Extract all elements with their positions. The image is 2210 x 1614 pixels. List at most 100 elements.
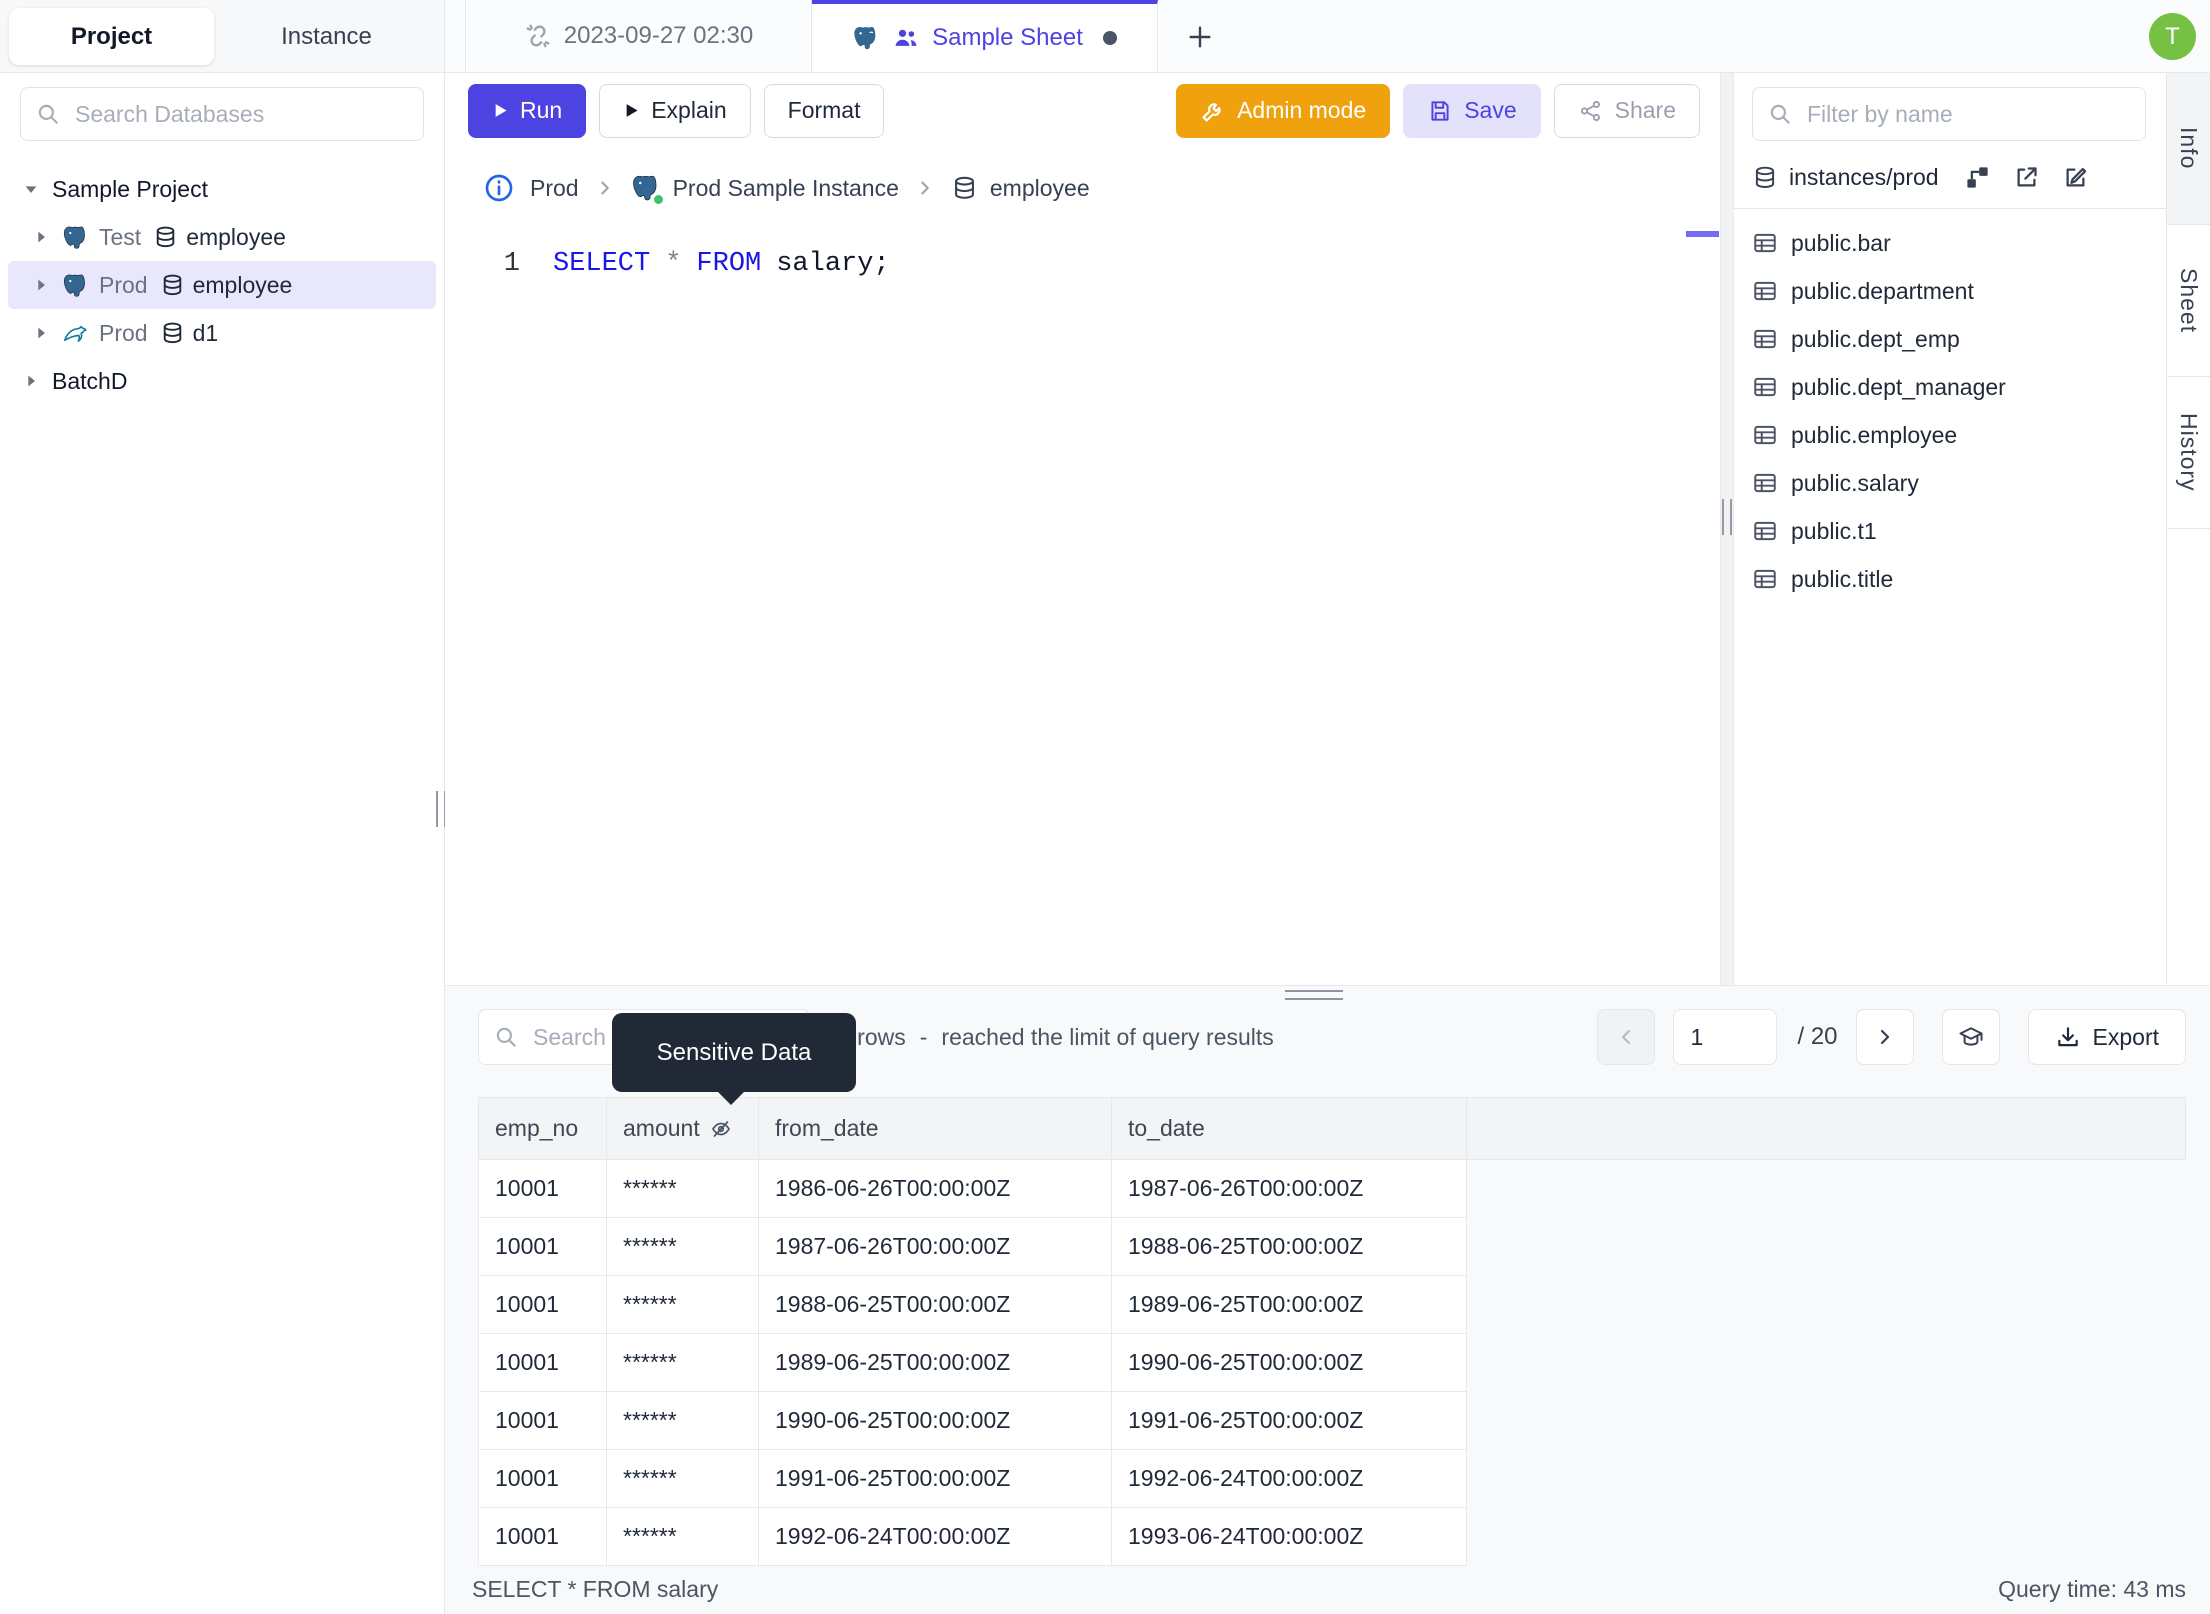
table-row[interactable]: 10001 ****** 1986-06-26T00:00:00Z 1987-0… bbox=[478, 1159, 2186, 1218]
save-button[interactable]: Save bbox=[1403, 83, 1541, 138]
table-list-item[interactable]: public.employee bbox=[1734, 411, 2166, 459]
new-tab-button[interactable] bbox=[1180, 17, 1220, 57]
table-list-item[interactable]: public.bar bbox=[1734, 219, 2166, 267]
table-row[interactable]: 10001 ****** 1990-06-25T00:00:00Z 1991-0… bbox=[478, 1391, 2186, 1450]
breadcrumb-instance[interactable]: Prod Sample Instance bbox=[631, 173, 899, 206]
cell-amount-masked[interactable]: ****** bbox=[606, 1391, 759, 1450]
result-limit-button[interactable] bbox=[1941, 1009, 2000, 1065]
export-button[interactable]: Export bbox=[2027, 1009, 2186, 1065]
cell-amount-masked[interactable]: ****** bbox=[606, 1217, 759, 1276]
table-list-item[interactable]: public.t1 bbox=[1734, 507, 2166, 555]
cell-amount-masked[interactable]: ****** bbox=[606, 1159, 759, 1218]
next-page-button[interactable] bbox=[1855, 1009, 1914, 1065]
cell-emp-no[interactable]: 10001 bbox=[478, 1333, 607, 1392]
table-row[interactable]: 10001 ****** 1987-06-26T00:00:00Z 1988-0… bbox=[478, 1217, 2186, 1276]
cell-emp-no[interactable]: 10001 bbox=[478, 1449, 607, 1508]
table-row[interactable]: 10001 ****** 1989-06-25T00:00:00Z 1990-0… bbox=[478, 1333, 2186, 1392]
results-resize-handle[interactable] bbox=[1285, 990, 1343, 1000]
tab-sheet[interactable]: Sheet bbox=[2167, 225, 2210, 377]
tree-node-batchd[interactable]: BatchD bbox=[8, 357, 436, 405]
cell-from-date[interactable]: 1986-06-26T00:00:00Z bbox=[758, 1159, 1112, 1218]
schema-diagram-icon[interactable] bbox=[1964, 164, 1991, 191]
cell-from-date[interactable]: 1987-06-26T00:00:00Z bbox=[758, 1217, 1112, 1276]
cell-amount-masked[interactable]: ****** bbox=[606, 1507, 759, 1566]
tree-node-sample-project[interactable]: Sample Project bbox=[8, 165, 436, 213]
breadcrumb-environment[interactable]: Prod bbox=[530, 175, 579, 202]
database-tree-panel: Sample Project Test employee bbox=[0, 73, 446, 1614]
prev-page-button[interactable] bbox=[1597, 1009, 1656, 1065]
cell-emp-no[interactable]: 10001 bbox=[478, 1507, 607, 1566]
column-header-amount[interactable]: amount bbox=[606, 1097, 759, 1160]
healthy-status-dot bbox=[651, 193, 665, 206]
sheet-tab-unsaved[interactable]: 2023-09-27 02:30 bbox=[465, 0, 812, 72]
table-icon bbox=[1752, 518, 1778, 544]
column-header-to-date[interactable]: to_date bbox=[1111, 1097, 1467, 1160]
database-search[interactable] bbox=[20, 87, 424, 141]
explain-button[interactable]: Explain bbox=[599, 83, 751, 138]
edit-icon[interactable] bbox=[2062, 164, 2089, 191]
cell-to-date[interactable]: 1990-06-25T00:00:00Z bbox=[1111, 1333, 1467, 1392]
table-row[interactable]: 10001 ****** 1991-06-25T00:00:00Z 1992-0… bbox=[478, 1449, 2186, 1508]
chevron-right-icon bbox=[22, 373, 40, 389]
table-name: public.employee bbox=[1791, 421, 1958, 448]
share-button[interactable]: Share bbox=[1553, 83, 1700, 138]
cell-emp-no[interactable]: 10001 bbox=[478, 1275, 607, 1334]
tree-node-test-employee[interactable]: Test employee bbox=[8, 213, 436, 261]
table-list-item[interactable]: public.department bbox=[1734, 267, 2166, 315]
cell-to-date[interactable]: 1992-06-24T00:00:00Z bbox=[1111, 1449, 1467, 1508]
cell-from-date[interactable]: 1989-06-25T00:00:00Z bbox=[758, 1333, 1112, 1392]
sql-text: salary; bbox=[776, 249, 890, 279]
cell-from-date[interactable]: 1990-06-25T00:00:00Z bbox=[758, 1391, 1112, 1450]
table-row[interactable]: 10001 ****** 1992-06-24T00:00:00Z 1993-0… bbox=[478, 1507, 2186, 1566]
cell-to-date[interactable]: 1993-06-24T00:00:00Z bbox=[1111, 1507, 1467, 1566]
format-button[interactable]: Format bbox=[763, 83, 885, 138]
table-row[interactable]: 10001 ****** 1988-06-25T00:00:00Z 1989-0… bbox=[478, 1275, 2186, 1334]
cell-emp-no[interactable]: 10001 bbox=[478, 1391, 607, 1450]
cell-to-date[interactable]: 1987-06-26T00:00:00Z bbox=[1111, 1159, 1467, 1218]
cell-from-date[interactable]: 1988-06-25T00:00:00Z bbox=[758, 1275, 1112, 1334]
column-header-emp-no[interactable]: emp_no bbox=[478, 1097, 607, 1160]
admin-mode-button[interactable]: Admin mode bbox=[1176, 83, 1391, 138]
run-button[interactable]: Run bbox=[468, 83, 587, 138]
table-filter-input[interactable] bbox=[1805, 99, 2145, 129]
tab-project[interactable]: Project bbox=[9, 8, 214, 65]
sql-editor[interactable]: 1 SELECT * FROM salary; bbox=[445, 228, 1720, 985]
cell-emp-no[interactable]: 10001 bbox=[478, 1217, 607, 1276]
external-link-icon[interactable] bbox=[2013, 164, 2040, 191]
avatar[interactable]: T bbox=[2149, 13, 2196, 60]
tab-history[interactable]: History bbox=[2167, 377, 2210, 529]
tree-node-prod-employee[interactable]: Prod employee bbox=[8, 261, 436, 309]
cell-to-date[interactable]: 1988-06-25T00:00:00Z bbox=[1111, 1217, 1467, 1276]
unlink-icon bbox=[524, 22, 552, 50]
info-icon[interactable] bbox=[483, 172, 515, 204]
cell-from-date[interactable]: 1991-06-25T00:00:00Z bbox=[758, 1449, 1112, 1508]
cell-to-date[interactable]: 1991-06-25T00:00:00Z bbox=[1111, 1391, 1467, 1450]
eye-off-icon[interactable] bbox=[709, 1117, 733, 1141]
tab-info[interactable]: Info bbox=[2167, 73, 2210, 225]
tab-instance[interactable]: Instance bbox=[214, 8, 439, 65]
column-header-from-date[interactable]: from_date bbox=[758, 1097, 1112, 1160]
table-list-item[interactable]: public.dept_emp bbox=[1734, 315, 2166, 363]
sheet-tab-active[interactable]: Sample Sheet bbox=[812, 0, 1158, 72]
splitter-handle[interactable] bbox=[1722, 499, 1732, 535]
breadcrumb-database[interactable]: employee bbox=[951, 175, 1090, 202]
editor-panel-splitter[interactable] bbox=[1720, 73, 1734, 985]
cell-amount-masked[interactable]: ****** bbox=[606, 1449, 759, 1508]
cell-amount-masked[interactable]: ****** bbox=[606, 1333, 759, 1392]
table-list-item[interactable]: public.salary bbox=[1734, 459, 2166, 507]
cell-emp-no[interactable]: 10001 bbox=[478, 1159, 607, 1218]
play-icon bbox=[492, 102, 509, 119]
table-filter[interactable] bbox=[1752, 87, 2146, 141]
database-search-input[interactable] bbox=[73, 99, 423, 129]
cell-amount-masked[interactable]: ****** bbox=[606, 1275, 759, 1334]
cell-filler bbox=[1467, 1450, 2186, 1508]
tree-node-prod-d1[interactable]: Prod d1 bbox=[8, 309, 436, 357]
table-list-item[interactable]: public.title bbox=[1734, 555, 2166, 603]
shared-people-icon bbox=[892, 24, 920, 52]
table-list: public.bar public.department public.dept… bbox=[1734, 209, 2166, 603]
sql-operator: * bbox=[665, 249, 682, 279]
cell-from-date[interactable]: 1992-06-24T00:00:00Z bbox=[758, 1507, 1112, 1566]
table-list-item[interactable]: public.dept_manager bbox=[1734, 363, 2166, 411]
cell-to-date[interactable]: 1989-06-25T00:00:00Z bbox=[1111, 1275, 1467, 1334]
page-number-input[interactable] bbox=[1673, 1009, 1778, 1065]
